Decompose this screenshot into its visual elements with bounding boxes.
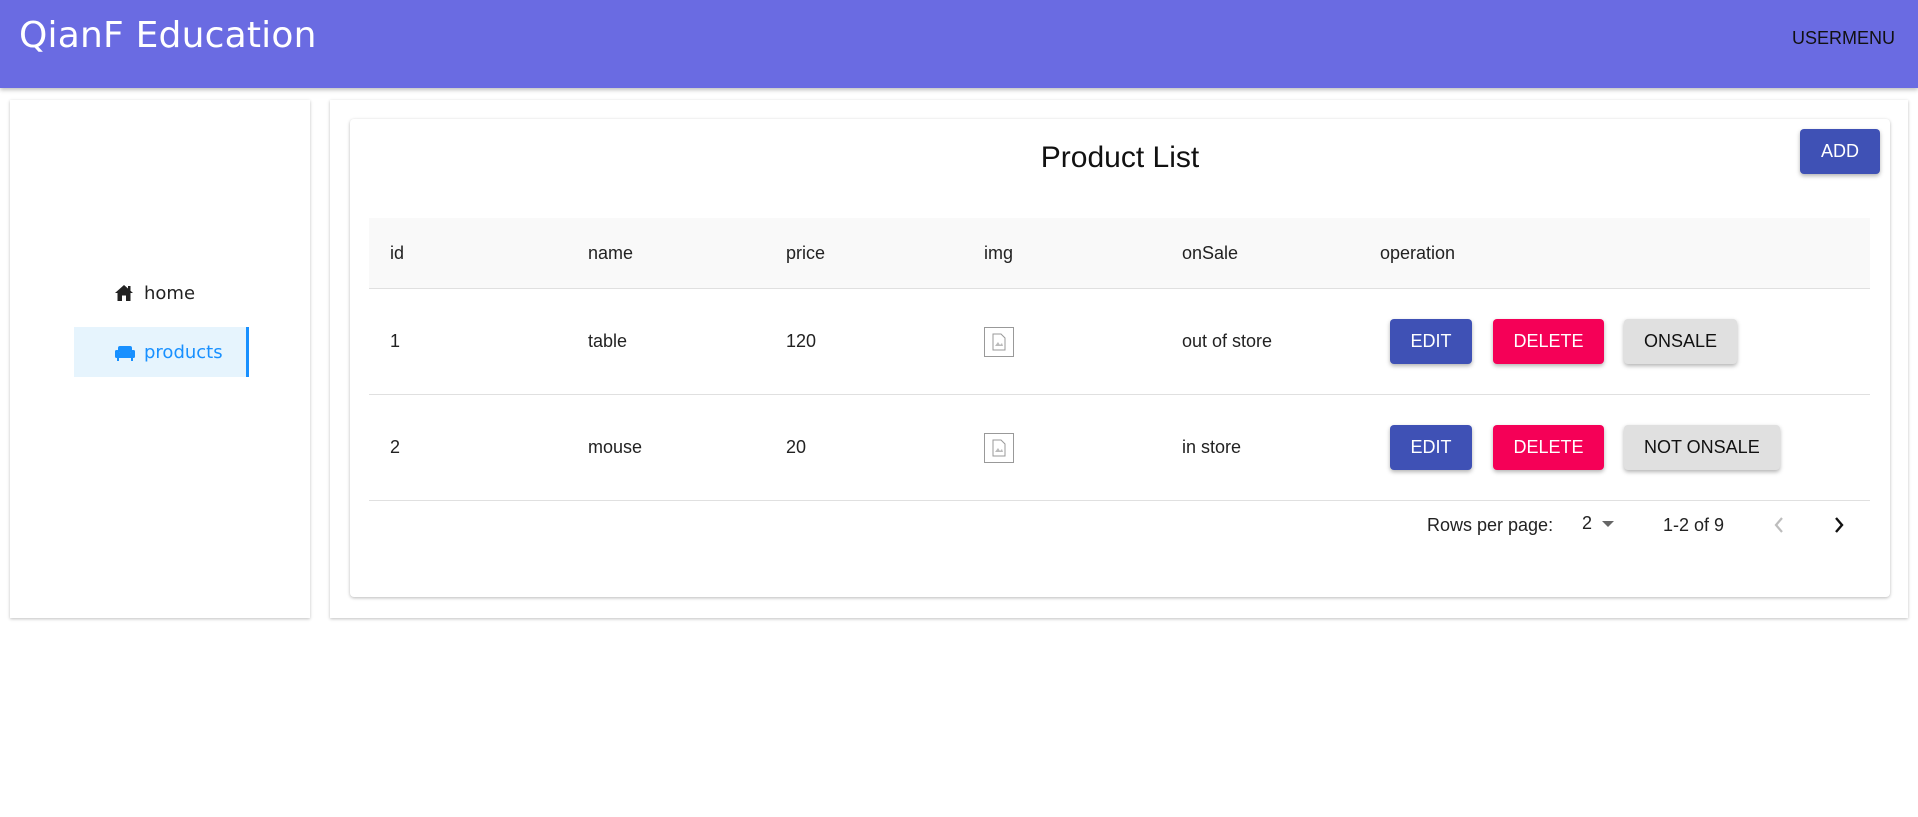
column-header-price: price	[786, 242, 826, 263]
broken-image-icon	[984, 432, 1014, 463]
column-header-name: name	[588, 242, 634, 263]
previous-page-button[interactable]	[1767, 513, 1791, 537]
cell-img	[984, 395, 1014, 500]
sidebar: home products	[10, 100, 310, 618]
sidebar-item-products[interactable]: products	[74, 327, 249, 377]
product-list-card: Product List ADD id name price img onSal…	[350, 119, 1890, 597]
cell-onsale: out of store	[1182, 331, 1273, 351]
table-row: 1 table 120 out of store EDIT DELETE ONS…	[369, 289, 1870, 395]
cell-name: mouse	[588, 437, 643, 457]
cell-id: 2	[390, 437, 401, 457]
next-page-button[interactable]	[1827, 513, 1851, 537]
table-row: 2 mouse 20 in store EDIT DELETE NOT ONSA…	[369, 395, 1870, 501]
app-header: QianF Education USERMENU	[0, 0, 1918, 88]
user-menu-button[interactable]: USERMENU	[1792, 28, 1895, 49]
column-header-id: id	[390, 242, 405, 263]
page-title: Product List	[1040, 141, 1200, 174]
cell-img	[984, 289, 1014, 394]
pagination: Rows per page: 2 1-2 of 9	[350, 501, 1890, 551]
cell-price: 20	[786, 437, 807, 457]
chevron-left-icon	[1774, 517, 1783, 533]
rows-per-page-select[interactable]: 2	[1582, 513, 1615, 534]
home-icon	[114, 283, 134, 303]
cell-price: 120	[786, 331, 817, 351]
add-button[interactable]: ADD	[1800, 129, 1880, 174]
table-header: id name price img onSale operation	[369, 218, 1870, 289]
delete-button[interactable]: DELETE	[1493, 425, 1604, 470]
sofa-icon	[114, 342, 135, 362]
edit-button[interactable]: EDIT	[1390, 425, 1472, 470]
chevron-right-icon	[1835, 517, 1844, 533]
column-header-operation: operation	[1380, 242, 1456, 263]
cell-name: table	[588, 331, 628, 351]
broken-image-icon	[984, 326, 1014, 357]
delete-button[interactable]: DELETE	[1493, 319, 1604, 364]
caret-down-icon	[1602, 520, 1615, 527]
sidebar-item-label: products	[144, 341, 223, 363]
onsale-toggle-button[interactable]: NOT ONSALE	[1624, 425, 1780, 470]
app-title: QianF Education	[19, 15, 317, 56]
column-header-img: img	[984, 242, 1014, 263]
sidebar-item-label: home	[144, 282, 196, 304]
sidebar-item-home[interactable]: home	[74, 268, 246, 318]
onsale-toggle-button[interactable]: ONSALE	[1624, 319, 1738, 364]
page-range: 1-2 of 9	[1663, 515, 1725, 535]
cell-onsale: in store	[1182, 437, 1242, 457]
rows-per-page-value: 2	[1582, 513, 1593, 533]
edit-button[interactable]: EDIT	[1390, 319, 1472, 364]
cell-id: 1	[390, 331, 401, 351]
column-header-onsale: onSale	[1182, 242, 1239, 263]
rows-per-page-label: Rows per page:	[1427, 515, 1554, 535]
